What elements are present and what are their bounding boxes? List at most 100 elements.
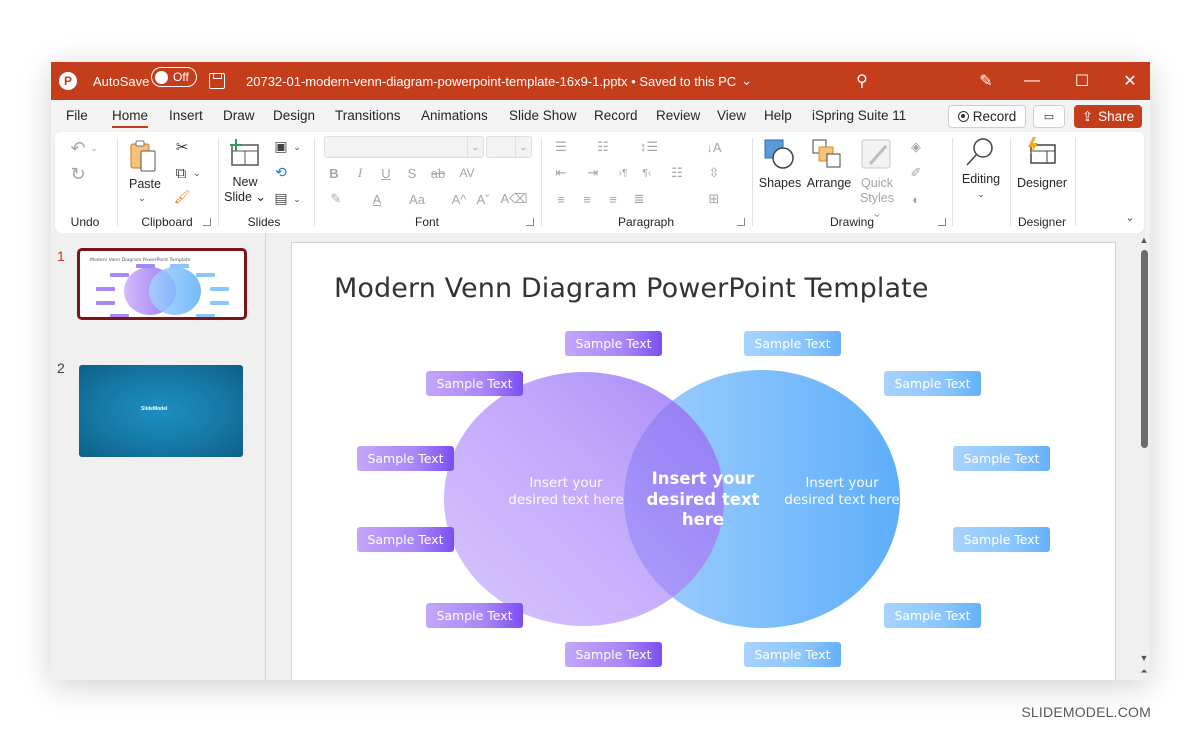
format-painter-icon[interactable]: 🖌 (173, 188, 191, 206)
section-dropdown-icon[interactable]: ⌄ (292, 192, 302, 206)
new-slide-icon[interactable] (228, 138, 260, 168)
undo-icon[interactable]: ↶ (67, 138, 89, 158)
clear-formatting-button[interactable]: A⌫ (500, 190, 527, 208)
sample-text-chip[interactable]: Sample Text (565, 642, 662, 667)
font-color-button[interactable]: A (368, 190, 386, 208)
copy-dropdown-icon[interactable]: ⌄ (192, 166, 202, 180)
tab-slide-show[interactable]: Slide Show (509, 108, 577, 123)
tab-view[interactable]: View (717, 108, 746, 123)
character-spacing-button[interactable]: AV (456, 164, 478, 182)
shadow-button[interactable]: S (404, 164, 420, 182)
minimize-icon[interactable]: — (1017, 62, 1047, 100)
close-icon[interactable]: ✕ (1115, 62, 1145, 100)
layout-dropdown-icon[interactable]: ⌄ (292, 140, 302, 154)
align-right-icon[interactable]: ≡ (603, 190, 623, 208)
designer-icon[interactable] (1024, 136, 1058, 168)
sample-text-chip[interactable]: Sample Text (744, 642, 841, 667)
collapse-ribbon-icon[interactable]: ⌄ (1123, 210, 1137, 224)
justify-icon[interactable]: ≣ (629, 190, 649, 208)
shape-fill-icon[interactable]: ◈ (906, 138, 926, 156)
copy-icon[interactable]: ⧉ (171, 164, 191, 182)
strikethrough-button[interactable]: ab (428, 164, 448, 182)
sample-text-chip[interactable]: Sample Text (357, 446, 454, 471)
sample-text-chip[interactable]: Sample Text (565, 331, 662, 356)
sample-text-chip[interactable]: Sample Text (426, 371, 523, 396)
new-slide-label-1[interactable]: New (222, 175, 268, 190)
scroll-down-icon[interactable]: ▼ (1139, 653, 1149, 663)
sample-text-chip[interactable]: Sample Text (884, 603, 981, 628)
vertical-scrollbar[interactable]: ▲ ▼ ⏶ (1138, 233, 1150, 680)
layout-icon[interactable]: ▣ (272, 138, 290, 154)
venn-left-text[interactable]: Insert your desired text here (506, 475, 626, 508)
tab-design[interactable]: Design (273, 108, 315, 123)
maximize-icon[interactable]: ☐ (1067, 62, 1097, 100)
editing-dropdown-icon[interactable]: ⌄ (974, 188, 988, 200)
previous-slide-icon[interactable]: ⏶ (1139, 666, 1149, 677)
columns-icon[interactable]: ☷ (667, 164, 687, 182)
tab-review[interactable]: Review (656, 108, 700, 123)
chevron-down-icon[interactable]: ⌄ (467, 137, 483, 157)
venn-right-text[interactable]: Insert your desired text here (782, 475, 902, 508)
line-spacing-icon[interactable]: ↕☰ (635, 138, 663, 156)
tab-animations[interactable]: Animations (421, 108, 488, 123)
scrollbar-thumb[interactable] (1141, 250, 1148, 448)
quick-styles-icon[interactable] (860, 138, 892, 170)
shapes-icon[interactable] (762, 138, 796, 170)
font-launcher-icon[interactable] (526, 218, 534, 226)
tab-home[interactable]: Home (112, 108, 149, 128)
autosave-toggle[interactable]: Off (151, 67, 197, 87)
paste-dropdown-icon[interactable]: ⌄ (135, 192, 149, 204)
comments-button[interactable]: ▭ (1033, 105, 1065, 128)
increase-indent-icon[interactable]: ⇥ (583, 164, 603, 182)
reset-slide-icon[interactable]: ⟲ (272, 164, 290, 180)
italic-button[interactable]: I (352, 164, 368, 182)
smartart-icon[interactable]: ⊞ (703, 190, 725, 208)
clipboard-launcher-icon[interactable] (203, 218, 211, 226)
align-text-icon[interactable]: ⇳ (703, 164, 725, 182)
redo-icon[interactable]: ↻ (67, 164, 89, 184)
decrease-indent-icon[interactable]: ⇤ (551, 164, 571, 182)
shapes-label[interactable]: Shapes (756, 176, 804, 191)
tab-draw[interactable]: Draw (223, 108, 255, 123)
arrange-icon[interactable] (810, 138, 844, 170)
chevron-down-icon[interactable]: ⌄ (515, 137, 531, 157)
tab-record[interactable]: Record (594, 108, 638, 123)
slide-thumbnail-1[interactable]: Modern Venn Diagram PowerPoint Template (77, 248, 247, 320)
designer-label[interactable]: Designer (1012, 176, 1072, 191)
shrink-font-button[interactable]: Aˇ (472, 190, 494, 208)
tab-transitions[interactable]: Transitions (335, 108, 401, 123)
slide-thumbnail-2[interactable]: SlideModel (79, 365, 243, 457)
change-case-button[interactable]: Aa (406, 190, 428, 208)
section-icon[interactable]: ▤ (272, 190, 290, 206)
scroll-up-icon[interactable]: ▲ (1139, 235, 1149, 245)
font-size-input[interactable]: ⌄ (486, 136, 532, 158)
share-button[interactable]: ⇪ Share (1074, 105, 1142, 128)
current-slide[interactable]: Modern Venn Diagram PowerPoint Template (291, 242, 1116, 680)
bold-button[interactable]: B (326, 164, 342, 182)
sample-text-chip[interactable]: Sample Text (953, 527, 1050, 552)
tab-insert[interactable]: Insert (169, 108, 203, 123)
quick-styles-label-1[interactable]: Quick (854, 176, 900, 191)
undo-dropdown-icon[interactable]: ⌄ (89, 140, 99, 156)
find-icon[interactable] (964, 136, 996, 168)
drawing-launcher-icon[interactable] (938, 218, 946, 226)
tab-ispring[interactable]: iSpring Suite 11 (812, 108, 906, 123)
shape-effects-icon[interactable]: ◐ (906, 190, 926, 208)
underline-button[interactable]: U (378, 164, 394, 182)
arrange-label[interactable]: Arrange (804, 176, 854, 191)
sample-text-chip[interactable]: Sample Text (953, 446, 1050, 471)
paragraph-launcher-icon[interactable] (737, 218, 745, 226)
sample-text-chip[interactable]: Sample Text (884, 371, 981, 396)
record-button[interactable]: Record (948, 105, 1026, 128)
sample-text-chip[interactable]: Sample Text (357, 527, 454, 552)
align-left-icon[interactable]: ≡ (551, 190, 571, 208)
new-slide-label-2[interactable]: Slide ⌄ (222, 190, 268, 205)
tab-help[interactable]: Help (764, 108, 792, 123)
font-name-input[interactable]: ⌄ (324, 136, 484, 158)
rtl-icon[interactable]: ¶‹ (637, 164, 657, 182)
document-title[interactable]: 20732-01-modern-venn-diagram-powerpoint-… (246, 62, 752, 100)
designer-pen-icon[interactable]: ✎ (971, 62, 1001, 100)
tab-file[interactable]: File (66, 108, 88, 123)
text-direction-icon[interactable]: ↓A (703, 138, 725, 156)
editing-label[interactable]: Editing (954, 172, 1008, 187)
